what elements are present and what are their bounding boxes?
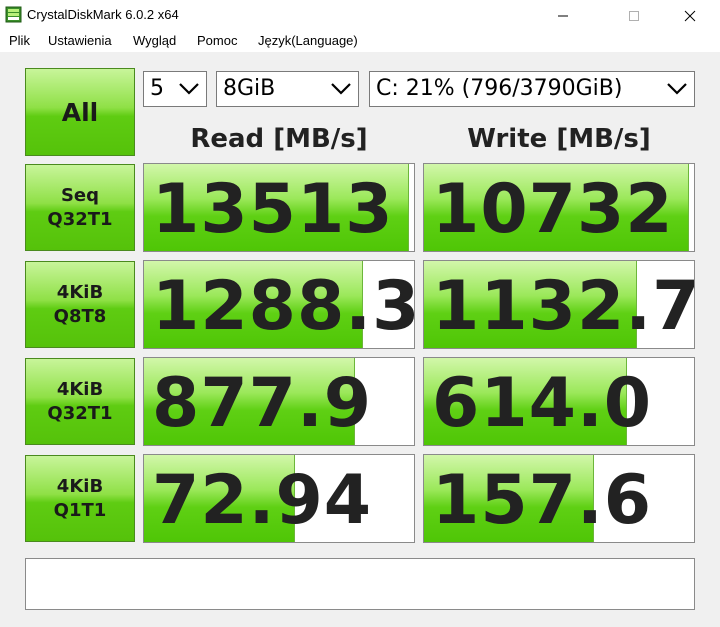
write-result-seq-q32t1: 10732	[423, 163, 695, 252]
comment-input[interactable]	[25, 558, 695, 610]
seq-q32t1-button[interactable]: Seq Q32T1	[25, 164, 135, 251]
maximize-icon	[629, 10, 639, 21]
test-size-select[interactable]: 8GiB	[216, 71, 359, 107]
4kib-q32t1-button[interactable]: 4KiB Q32T1	[25, 358, 135, 445]
chevron-down-icon	[331, 83, 351, 95]
close-icon	[684, 10, 696, 21]
menu-bar: Plik Ustawienia Wygląd Pomoc Język(Langu…	[0, 31, 720, 52]
menu-pomoc[interactable]: Pomoc	[197, 33, 237, 48]
drive-value: C: 21% (796/3790GiB)	[376, 76, 623, 101]
maximize-button[interactable]	[611, 0, 657, 31]
write-header: Write [MB/s]	[467, 124, 651, 154]
app-icon	[5, 6, 22, 23]
read-result-seq-q32t1: 13513	[143, 163, 415, 252]
close-button[interactable]	[667, 0, 713, 31]
write-result-4kib-q1t1: 157.6	[423, 454, 695, 543]
read-result-4kib-q32t1: 877.9	[143, 357, 415, 446]
chevron-down-icon	[667, 83, 687, 95]
read-value: 72.94	[152, 461, 373, 540]
test-size-value: 8GiB	[223, 76, 276, 101]
read-result-4kib-q8t8: 1288.3	[143, 260, 415, 349]
read-value: 877.9	[152, 364, 373, 443]
read-value: 13513	[152, 170, 394, 249]
4kib-q8t8-button[interactable]: 4KiB Q8T8	[25, 261, 135, 348]
menu-plik[interactable]: Plik	[9, 33, 30, 48]
write-value: 614.0	[432, 364, 653, 443]
menu-wyglad[interactable]: Wygląd	[133, 33, 176, 48]
minimize-icon	[558, 15, 568, 16]
4kib-q1t1-button[interactable]: 4KiB Q1T1	[25, 455, 135, 542]
test-count-value: 5	[150, 76, 164, 101]
menu-jezyk[interactable]: Język(Language)	[258, 33, 358, 48]
read-header: Read [MB/s]	[190, 124, 368, 154]
drive-select[interactable]: C: 21% (796/3790GiB)	[369, 71, 695, 107]
chevron-down-icon	[179, 83, 199, 95]
write-value: 157.6	[432, 461, 653, 540]
menu-ustawienia[interactable]: Ustawienia	[48, 33, 112, 48]
write-value: 10732	[432, 170, 674, 249]
write-result-4kib-q32t1: 614.0	[423, 357, 695, 446]
read-value: 1288.3	[152, 267, 415, 346]
title-bar: CrystalDiskMark 6.0.2 x64	[0, 0, 720, 31]
window-title: CrystalDiskMark 6.0.2 x64	[27, 7, 179, 22]
main-panel: All 5 8GiB C: 21% (796/3790GiB) Read [MB…	[0, 52, 720, 627]
read-result-4kib-q1t1: 72.94	[143, 454, 415, 543]
all-button[interactable]: All	[25, 68, 135, 156]
minimize-button[interactable]	[540, 0, 586, 31]
test-count-select[interactable]: 5	[143, 71, 207, 107]
write-value: 1132.7	[432, 267, 695, 346]
write-result-4kib-q8t8: 1132.7	[423, 260, 695, 349]
